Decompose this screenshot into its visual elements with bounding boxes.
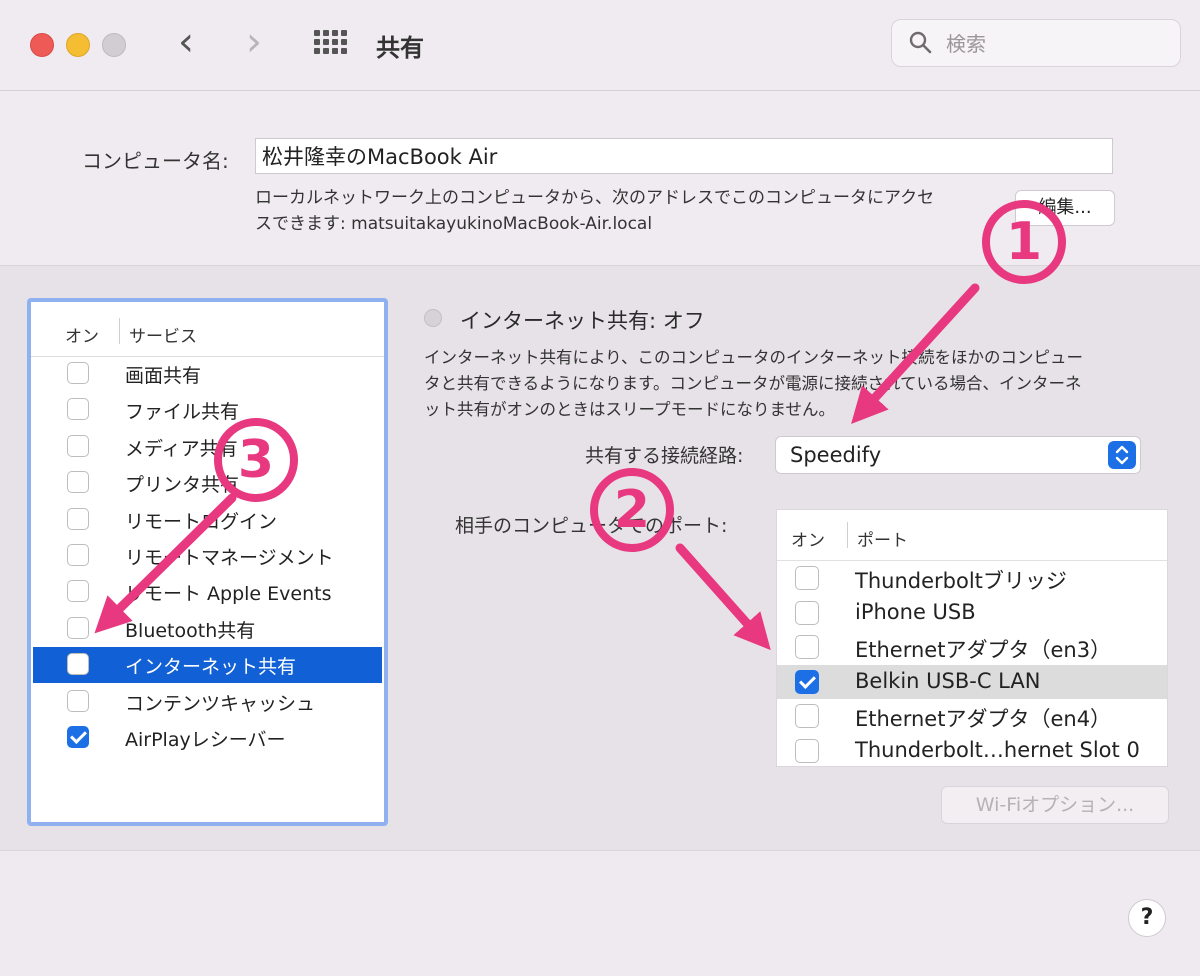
port-label: Thunderbolt…hernet Slot 0 (855, 738, 1140, 762)
column-header-port[interactable]: ポート (857, 526, 908, 551)
service-checkbox[interactable] (67, 544, 89, 566)
select-stepper[interactable] (1108, 441, 1136, 469)
service-label: ファイル共有 (125, 401, 240, 424)
ports-list-header: オン ポート (777, 510, 1167, 561)
service-row[interactable]: リモート Apple Events (33, 574, 382, 610)
port-label: Belkin USB-C LAN (855, 668, 1041, 693)
zoom-window-button[interactable] (102, 33, 126, 57)
forward-arrow-icon[interactable]: › (246, 22, 262, 62)
column-header-service[interactable]: サービス (129, 322, 197, 347)
window-title: 共有 (376, 34, 424, 62)
service-label: AirPlayレシーバー (125, 729, 286, 751)
address-line-1: ローカルネットワーク上のコンピュータから、次のアドレスでこのコンピュータにアクセ (255, 188, 935, 208)
port-checkbox[interactable] (795, 566, 819, 590)
service-checkbox[interactable] (67, 726, 89, 748)
column-divider (847, 522, 848, 548)
services-list-header: オン サービス (31, 302, 384, 357)
service-checkbox[interactable] (67, 434, 89, 457)
internet-sharing-status-indicator (424, 309, 442, 327)
service-checkbox[interactable] (67, 653, 89, 676)
annotation-badge-2: 2 (590, 468, 674, 552)
service-row[interactable]: コンテンツキャッシュ (33, 684, 382, 720)
service-checkbox[interactable] (67, 507, 89, 530)
service-row[interactable]: リモートログイン (33, 502, 382, 538)
service-label: Bluetooth共有 (125, 619, 256, 642)
internet-sharing-title: インターネット共有: オフ (460, 309, 705, 333)
bottom-area (0, 850, 1200, 976)
port-label: Ethernetアダプタ（en3） (855, 638, 1112, 663)
computer-name-field[interactable] (255, 138, 1113, 174)
port-label: iPhone USB (855, 599, 976, 624)
column-header-on[interactable]: オン (791, 526, 825, 551)
port-row[interactable]: Belkin USB-C LAN (777, 664, 1167, 699)
services-list[interactable]: オン サービス 画面共有ファイル共有メディア共有 プリンタ共有リモートログインリモ… (27, 298, 388, 826)
description-line-3: ット共有がオンのときはスリープモードになりません。 (424, 400, 836, 419)
service-label: コンテンツキャッシュ (125, 692, 316, 715)
service-row[interactable]: リモートマネージメント (33, 538, 382, 574)
search-box[interactable] (891, 19, 1181, 67)
port-checkbox[interactable] (795, 669, 819, 694)
column-divider (119, 318, 120, 344)
help-button[interactable]: ? (1128, 899, 1166, 937)
service-checkbox[interactable] (67, 580, 89, 603)
port-checkbox[interactable] (795, 704, 819, 729)
port-row[interactable]: Thunderbolt…hernet Slot 0 (777, 734, 1167, 766)
back-arrow-icon[interactable]: ‹ (178, 22, 194, 62)
description-line-1: インターネット共有により、このコンピュータのインターネット接続をほかのコンピュー (424, 348, 1084, 367)
annotation-badge-3: 3 (214, 418, 298, 502)
internet-sharing-description: インターネット共有により、このコンピュータのインターネット接続をほかのコンピュー… (424, 345, 1169, 423)
local-address-description: ローカルネットワーク上のコンピュータから、次のアドレスでこのコンピュータにアクセ… (255, 185, 1000, 237)
service-label: リモートログイン (125, 510, 278, 533)
port-checkbox[interactable] (795, 635, 819, 660)
service-checkbox[interactable] (67, 689, 89, 712)
selected-connection-value: Speedify (790, 443, 882, 467)
port-label: Ethernetアダプタ（en4） (855, 707, 1112, 732)
service-row[interactable]: プリンタ共有 (33, 465, 382, 501)
service-row[interactable]: AirPlayレシーバー (33, 720, 382, 756)
service-row[interactable]: 画面共有 (33, 356, 382, 392)
service-row[interactable]: インターネット共有 (33, 647, 382, 684)
service-row[interactable]: メディア共有 (33, 429, 382, 465)
service-label: 画面共有 (125, 365, 202, 387)
description-line-2: タと共有できるようになります。コンピュータが電源に接続されている場合、インターネ (424, 374, 1082, 393)
window-toolbar: ‹ › 共有 (0, 0, 1200, 91)
port-row[interactable]: Thunderboltブリッジ (777, 561, 1167, 595)
port-label: Thunderboltブリッジ (855, 569, 1067, 593)
port-checkbox[interactable] (795, 739, 819, 763)
share-connection-from-select[interactable]: Speedify (775, 436, 1141, 474)
service-row[interactable]: Bluetooth共有 (33, 611, 382, 647)
share-connection-from-label: 共有する接続経路: (585, 445, 744, 467)
port-row[interactable]: iPhone USB (777, 596, 1167, 630)
column-header-on[interactable]: オン (65, 322, 99, 347)
close-window-button[interactable] (30, 33, 54, 57)
search-icon (909, 31, 932, 54)
chevron-updown-icon (1115, 445, 1129, 465)
service-checkbox[interactable] (67, 616, 89, 639)
port-row[interactable]: Ethernetアダプタ（en3） (777, 630, 1167, 664)
port-row[interactable]: Ethernetアダプタ（en4） (777, 699, 1167, 733)
search-input[interactable] (944, 28, 1168, 60)
minimize-window-button[interactable] (66, 33, 90, 57)
computer-name-label: コンピュータ名: (82, 149, 229, 173)
service-label: リモート Apple Events (125, 583, 332, 606)
service-label: インターネット共有 (125, 656, 297, 679)
service-checkbox[interactable] (67, 471, 89, 494)
service-label: リモートマネージメント (125, 547, 334, 569)
service-checkbox[interactable] (67, 398, 89, 421)
wifi-options-button[interactable]: Wi-Fiオプション... (941, 786, 1169, 824)
address-line-2: スできます: matsuitakayukinoMacBook-Air.local (255, 214, 653, 234)
annotation-badge-1: 1 (982, 200, 1066, 284)
show-all-grid-icon[interactable] (314, 30, 348, 58)
service-row[interactable]: ファイル共有 (33, 392, 382, 428)
ports-list[interactable]: オン ポート Thunderboltブリッジ iPhone USB Ethernet… (776, 509, 1168, 767)
service-checkbox[interactable] (67, 362, 89, 384)
port-checkbox[interactable] (795, 600, 819, 625)
